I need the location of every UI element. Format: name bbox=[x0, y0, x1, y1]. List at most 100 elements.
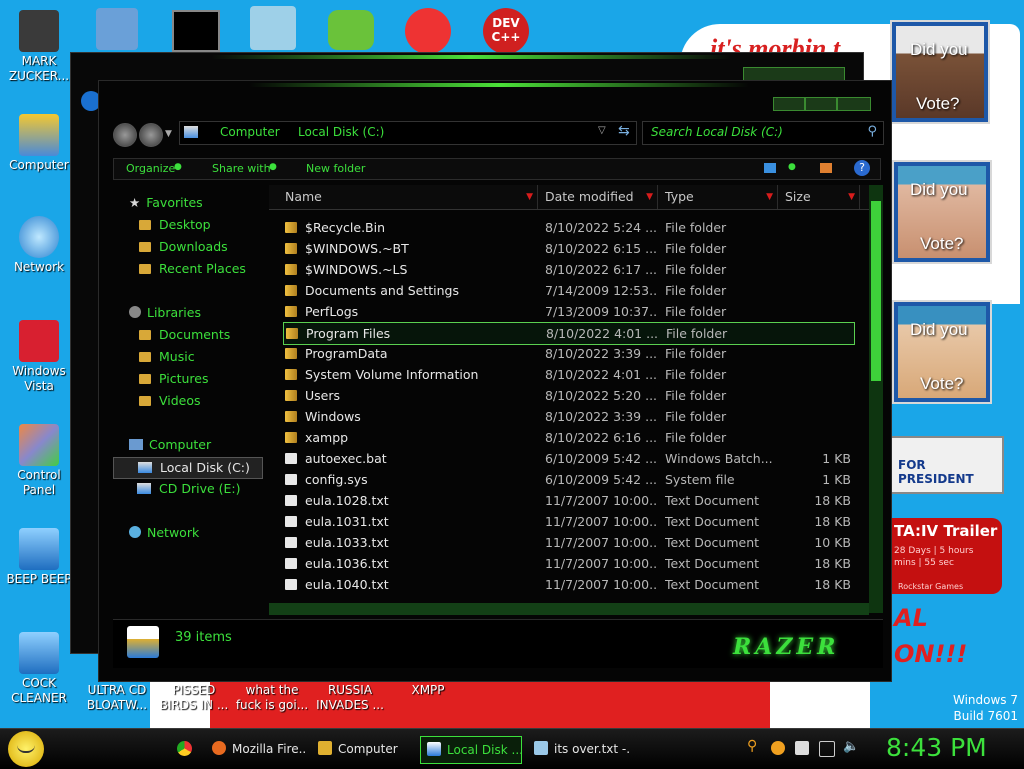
close-button[interactable] bbox=[837, 97, 871, 111]
nav-documents[interactable]: Documents bbox=[139, 325, 230, 345]
horizontal-scrollbar[interactable] bbox=[269, 603, 869, 615]
top-desktop-icon-1[interactable] bbox=[96, 8, 138, 50]
nav-desktop[interactable]: Desktop bbox=[139, 215, 211, 235]
file-row[interactable]: Program Files 8/10/2022 4:01 ... File fold… bbox=[283, 322, 855, 345]
address-bar[interactable]: Computer Local Disk (C:) ▽ ⇆ bbox=[179, 121, 637, 145]
chevron-down-icon[interactable]: ▽ bbox=[598, 125, 606, 136]
nav-downloads[interactable]: Downloads bbox=[139, 237, 228, 257]
file-row[interactable]: PerfLogs 7/13/2009 10:37... File folder bbox=[283, 301, 853, 322]
chrome-pinned-icon[interactable] bbox=[177, 741, 192, 756]
help-icon[interactable]: ? bbox=[854, 160, 870, 176]
search-input[interactable]: Search Local Disk (C:) ⚲ bbox=[642, 121, 884, 145]
pig-game-icon[interactable] bbox=[328, 10, 374, 50]
desktop-icon-computer[interactable]: Computer bbox=[2, 114, 76, 173]
desktop-icon-ultra-cd[interactable]: ULTRA CD BLOATW... bbox=[80, 683, 154, 713]
taskbar: Mozilla Fire... Computer Local Disk ... … bbox=[0, 728, 1024, 769]
cmd-icon[interactable] bbox=[172, 10, 220, 52]
nav-network[interactable]: Network bbox=[129, 523, 199, 543]
file-row[interactable]: System Volume Information 8/10/2022 4:01 … bbox=[283, 364, 853, 385]
file-row[interactable]: eula.1033.txt 11/7/2007 10:00... Text Docu… bbox=[283, 532, 853, 553]
column-date-modified[interactable]: Date modified ▼ bbox=[539, 185, 658, 209]
network-icon bbox=[129, 526, 141, 538]
file-row[interactable]: Windows 8/10/2022 3:39 ... File folder bbox=[283, 406, 853, 427]
nav-music[interactable]: Music bbox=[139, 347, 195, 367]
file-row[interactable]: $WINDOWS.~BT 8/10/2022 6:15 ... File folde… bbox=[283, 238, 853, 259]
nav-local-disk[interactable]: Local Disk (C:) bbox=[113, 457, 263, 479]
breadcrumb-local-disk[interactable]: Local Disk (C:) bbox=[298, 125, 384, 139]
desktop-icon-cock-cleaner[interactable]: COCK CLEANER bbox=[2, 632, 76, 706]
videos-icon bbox=[139, 396, 151, 406]
minus-tray-icon[interactable] bbox=[771, 741, 785, 755]
dev-cpp-icon[interactable]: DEV C++ bbox=[483, 8, 529, 54]
recent-pages-dropdown[interactable]: ▼ bbox=[165, 129, 172, 139]
file-row[interactable]: ProgramData 8/10/2022 3:39 ... File folder bbox=[283, 343, 853, 364]
p-app-icon[interactable] bbox=[405, 8, 451, 54]
minimize-button[interactable] bbox=[773, 97, 805, 111]
action-center-icon[interactable] bbox=[819, 741, 835, 757]
file-row[interactable]: eula.1028.txt 11/7/2007 10:00... Text Docu… bbox=[283, 490, 853, 511]
organize-button[interactable]: Organize bbox=[126, 162, 175, 175]
desktop-icon-what-the[interactable]: what the fuck is goi... bbox=[234, 683, 310, 713]
file-row[interactable]: $WINDOWS.~LS 8/10/2022 6:17 ... File folde… bbox=[283, 259, 853, 280]
explorer-window[interactable]: ▼ Computer Local Disk (C:) ▽ ⇆ Search Lo… bbox=[98, 80, 892, 682]
nav-pictures[interactable]: Pictures bbox=[139, 369, 209, 389]
file-row[interactable]: eula.1036.txt 11/7/2007 10:00... Text Docu… bbox=[283, 553, 853, 574]
flag-tray-icon[interactable] bbox=[795, 741, 809, 755]
nav-favorites[interactable]: ★ Favorites bbox=[129, 193, 203, 213]
clock[interactable]: 8:43 PM bbox=[886, 733, 987, 762]
nav-videos[interactable]: Videos bbox=[139, 391, 201, 411]
file-row[interactable]: autoexec.bat 6/10/2009 5:42 ... Windows Ba… bbox=[283, 448, 853, 469]
desktop-icon-network[interactable]: Network bbox=[2, 216, 76, 275]
desktop-icon-windows-vista[interactable]: Windows Vista bbox=[2, 320, 76, 394]
maximize-button[interactable] bbox=[805, 97, 837, 111]
volume-icon[interactable]: 🔈 bbox=[843, 739, 859, 754]
start-button[interactable] bbox=[8, 731, 44, 767]
taskbar-local-disk[interactable]: Local Disk ... bbox=[420, 736, 522, 764]
top-desktop-icon-3[interactable] bbox=[250, 6, 296, 50]
file-row[interactable]: xampp 8/10/2022 6:16 ... File folder bbox=[283, 427, 853, 448]
file-row[interactable]: Documents and Settings 7/14/2009 12:53...… bbox=[283, 280, 853, 301]
back-button[interactable] bbox=[113, 123, 137, 147]
column-name[interactable]: Name ▼ bbox=[269, 185, 538, 209]
taskbar-firefox[interactable]: Mozilla Fire... bbox=[206, 736, 306, 762]
preview-pane-icon[interactable] bbox=[820, 163, 832, 173]
refresh-icon[interactable]: ⇆ bbox=[618, 123, 630, 139]
new-folder-button[interactable]: New folder bbox=[306, 162, 365, 175]
file-row[interactable]: eula.1040.txt 11/7/2007 10:00... Text Docu… bbox=[283, 574, 853, 595]
file-row[interactable]: eula.1031.txt 11/7/2007 10:00... Text Docu… bbox=[283, 511, 853, 532]
search-icon[interactable]: ⚲ bbox=[867, 124, 877, 139]
desktop-icon-beep-beep[interactable]: BEEP BEEP bbox=[2, 528, 76, 587]
file-icon bbox=[285, 537, 297, 548]
window-controls[interactable] bbox=[743, 67, 845, 81]
column-size[interactable]: Size ▼ bbox=[779, 185, 860, 209]
desktop-icon-mark-zucker[interactable]: MARK ZUCKER... bbox=[2, 10, 76, 84]
taskbar-notepad[interactable]: its over.txt -... bbox=[528, 736, 630, 762]
breadcrumb-computer[interactable]: Computer bbox=[220, 125, 280, 139]
scrollbar-thumb[interactable] bbox=[871, 201, 881, 381]
forward-button[interactable] bbox=[139, 123, 163, 147]
vertical-scrollbar[interactable] bbox=[869, 185, 883, 613]
drive-icon bbox=[138, 462, 152, 473]
search-tray-icon[interactable]: ⚲ bbox=[747, 738, 761, 754]
nav-recent-places[interactable]: Recent Places bbox=[139, 259, 246, 279]
desktop-icon-pissed-birds[interactable]: PISSED BIRDS IN ... bbox=[156, 683, 232, 713]
column-type[interactable]: Type ▼ bbox=[659, 185, 778, 209]
desktop-icon-xmpp[interactable]: XMPP bbox=[390, 683, 466, 698]
file-icon bbox=[285, 453, 297, 464]
taskbar-computer[interactable]: Computer bbox=[312, 736, 416, 762]
view-options-icon[interactable] bbox=[764, 163, 776, 173]
file-name: ProgramData bbox=[305, 346, 388, 361]
nav-computer[interactable]: Computer bbox=[129, 435, 211, 455]
desktop-icon-russia[interactable]: RUSSIA INVADES ... bbox=[312, 683, 388, 713]
drive-icon bbox=[184, 126, 198, 138]
file-row[interactable]: config.sys 6/10/2009 5:42 ... System file 1… bbox=[283, 469, 853, 490]
file-type: File folder bbox=[665, 367, 727, 382]
nav-libraries[interactable]: Libraries bbox=[129, 303, 201, 323]
file-date: 8/10/2022 3:39 ... bbox=[545, 346, 657, 361]
desktop-icon-control-panel[interactable]: Control Panel bbox=[2, 424, 76, 498]
share-with-button[interactable]: Share with bbox=[212, 162, 271, 175]
file-icon bbox=[19, 528, 59, 570]
file-row[interactable]: $Recycle.Bin 8/10/2022 5:24 ... File folde… bbox=[283, 217, 853, 238]
file-row[interactable]: Users 8/10/2022 5:20 ... File folder bbox=[283, 385, 853, 406]
nav-cd-drive[interactable]: CD Drive (E:) bbox=[137, 479, 241, 499]
